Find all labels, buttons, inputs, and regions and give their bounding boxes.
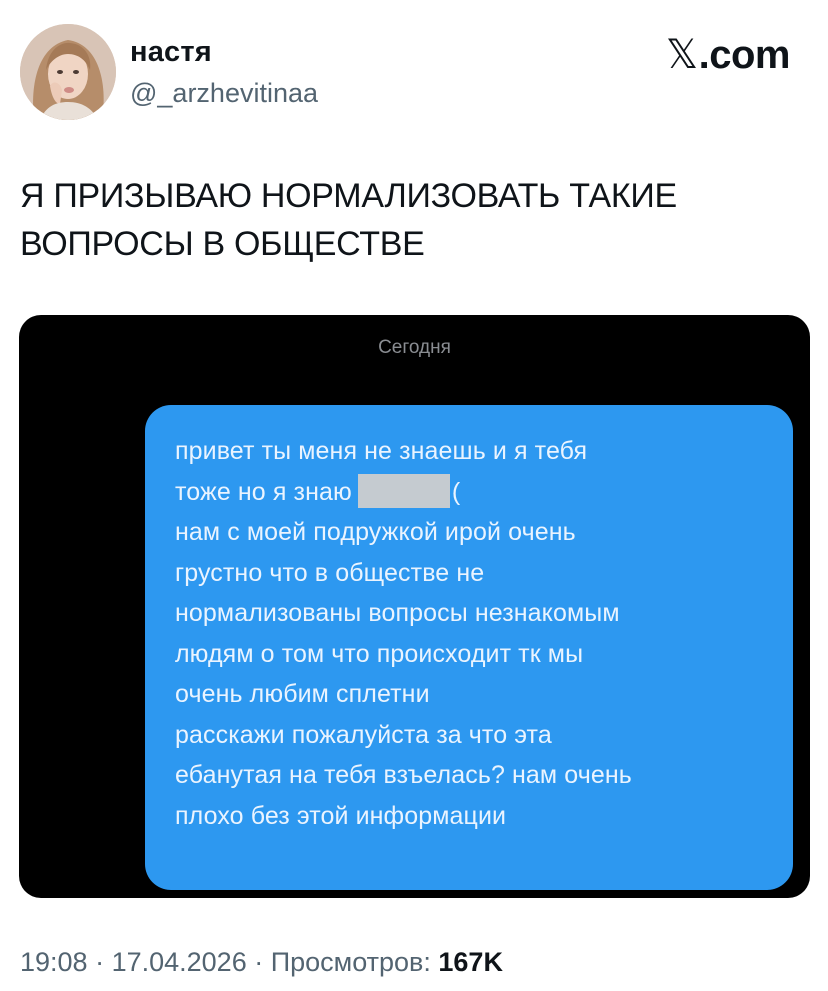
tweet-date[interactable]: 17.04.2026	[112, 947, 247, 977]
message-line: грустно что в обществе не	[175, 558, 485, 587]
message-line: нормализованы вопросы незнакомым	[175, 599, 620, 627]
message-line: тоже но я знаю (	[175, 472, 773, 513]
redacted-block	[357, 473, 450, 508]
message-fragment: (	[451, 477, 461, 506]
message-bubble: привет ты меня не знаешь и я тебя тоже н…	[145, 405, 793, 890]
date-separator: Сегодня	[378, 337, 451, 358]
author-name[interactable]: настя	[130, 36, 212, 69]
message-line: расскажи пожалуйста за что эта	[175, 720, 552, 749]
meta-separator: ·	[246, 947, 271, 977]
meta-separator: ·	[87, 947, 112, 977]
views-count: 167K	[438, 947, 503, 977]
tweet-time[interactable]: 19:08	[20, 947, 88, 977]
message-line: привет ты меня не знаешь и я тебя	[175, 437, 588, 465]
message-line: ебанутая на тебя взъелась? нам очень	[175, 761, 632, 789]
tweet-text-line: Я ПРИЗЫВАЮ НОРМАЛИЗОВАТЬ ТАКИЕ	[20, 177, 677, 215]
tweet-text: Я ПРИЗЫВАЮ НОРМАЛИЗОВАТЬ ТАКИЕ ВОПРОСЫ В…	[20, 172, 780, 268]
attached-screenshot[interactable]: Сегодня привет ты меня не знаешь и я теб…	[19, 315, 810, 898]
profile-photo-avatar-icon	[20, 24, 116, 120]
message-line: плохо без этой информации	[175, 801, 507, 830]
message-line: очень любим сплетни	[175, 680, 430, 708]
message-line: нам с моей подружкой ирой очень	[175, 518, 576, 546]
tweet-text-line: ВОПРОСЫ В ОБЩЕСТВЕ	[20, 225, 425, 263]
message-fragment: тоже но я знаю	[175, 477, 352, 506]
author-handle[interactable]: @_arzhevitinaa	[130, 78, 318, 109]
tweet-header: настя @_arzhevitinaa 𝕏.com	[20, 24, 810, 120]
x-logo-icon: 𝕏	[665, 32, 698, 78]
brand-logo: 𝕏.com	[665, 32, 791, 78]
views-label: Просмотров:	[270, 947, 439, 977]
avatar[interactable]	[20, 24, 116, 120]
message-line: людям о том что происходит тк мы	[175, 639, 584, 668]
brand-suffix: .com	[698, 33, 791, 77]
tweet-meta: 19:08 · 17.04.2026 · Просмотров: 167K	[20, 947, 503, 978]
